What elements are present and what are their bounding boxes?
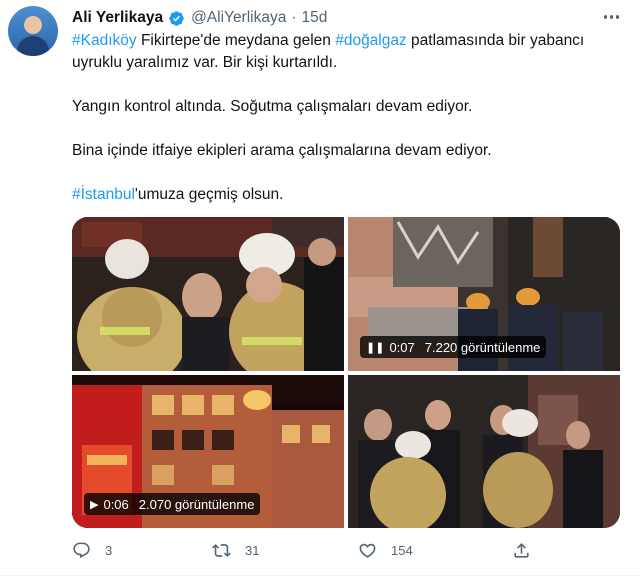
hashtag-kadikoy[interactable]: #Kadıköy — [72, 32, 137, 49]
more-options-icon[interactable] — [602, 8, 620, 26]
video-duration-badge: ▶ 0:06 2.070 görüntülenme — [84, 493, 261, 515]
tweet-line-5: #İstanbul'umuza geçmiş olsun. — [72, 184, 620, 206]
share-icon — [514, 542, 529, 558]
like-button[interactable]: 154 — [358, 538, 413, 562]
tweet-line-1: #Kadıköy Fikirtepe'de meydana gelen #doğ… — [72, 30, 620, 52]
tweet-text-segment: Fikirtepe'de meydana gelen — [136, 32, 336, 49]
tweet-line-4: Bina içinde itfaiye ekipleri arama çalış… — [72, 142, 492, 159]
separator-dot: · — [291, 9, 297, 26]
retweet-button[interactable]: 31 — [212, 538, 259, 562]
media-grid: ❚❚ 0:07 7.220 görüntülenme ▶ 0:06 2.070 … — [72, 217, 620, 528]
media-photo-1[interactable] — [72, 217, 344, 371]
reply-count: 3 — [105, 542, 113, 558]
video-views: 7.220 görüntülenme — [424, 339, 541, 355]
heart-icon — [359, 543, 376, 558]
tweet-actions: 3 31 154 — [72, 538, 620, 562]
tweet-text: #Kadıköy Fikirtepe'de meydana gelen #doğ… — [72, 30, 620, 206]
tweet-header: Ali Yerlikaya @AliYerlikaya · 15d — [72, 8, 327, 28]
reply-icon — [73, 542, 90, 558]
media-video-2[interactable]: ▶ 0:06 2.070 görüntülenme — [72, 375, 344, 528]
media-video-1[interactable]: ❚❚ 0:07 7.220 görüntülenme — [348, 217, 620, 371]
pause-icon[interactable]: ❚❚ — [366, 341, 384, 354]
hashtag-istanbul[interactable]: #İstanbul — [72, 186, 135, 203]
tweet-timestamp[interactable]: 15d — [302, 9, 328, 27]
play-icon[interactable]: ▶ — [90, 498, 98, 511]
reply-button[interactable]: 3 — [72, 538, 112, 562]
tweet-text-segment: patlamasında bir yabancı — [406, 32, 585, 49]
firefighters-photo-image — [72, 217, 344, 371]
crowd-firefighters-photo-image — [348, 375, 620, 528]
avatar[interactable] — [8, 6, 58, 56]
retweet-icon — [212, 543, 231, 557]
tweet-line-3: Yangın kontrol altında. Soğutma çalışmal… — [72, 98, 473, 115]
video-duration: 0:06 — [103, 496, 129, 512]
author-handle[interactable]: @AliYerlikaya — [191, 9, 286, 27]
media-photo-2[interactable] — [348, 375, 620, 528]
author-name[interactable]: Ali Yerlikaya — [72, 9, 163, 27]
video-duration-badge: ❚❚ 0:07 7.220 görüntülenme — [360, 336, 547, 358]
video-views: 2.070 görüntülenme — [138, 496, 255, 512]
tweet-card[interactable]: Ali Yerlikaya @AliYerlikaya · 15d #Kadık… — [0, 0, 640, 576]
retweet-count: 31 — [245, 542, 260, 558]
verified-badge-icon — [169, 10, 184, 26]
video-duration: 0:07 — [389, 339, 415, 355]
hashtag-dogalgaz[interactable]: #doğalgaz — [335, 32, 407, 49]
tweet-line-2: uyruklu yaralımız var. Bir kişi kurtarıl… — [72, 54, 338, 71]
tweet-text-segment: 'umuza geçmiş olsun. — [134, 186, 284, 203]
share-button[interactable] — [512, 538, 545, 562]
like-count: 154 — [391, 542, 413, 558]
